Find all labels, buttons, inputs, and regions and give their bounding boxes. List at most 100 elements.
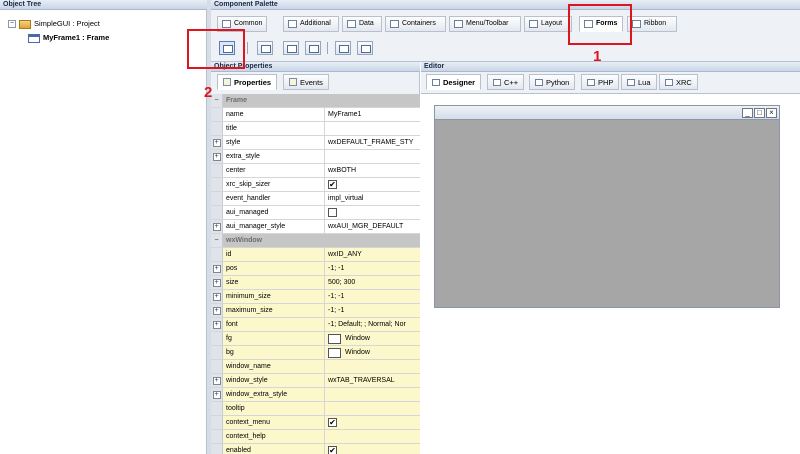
property-value[interactable]: -1; -1 — [325, 290, 420, 303]
property-value[interactable]: -1; Default; ; Normal; Nor — [325, 318, 420, 331]
tree-node-frame[interactable]: MyFrame1 : Frame — [28, 32, 109, 44]
property-row[interactable]: bg Window — [211, 346, 420, 360]
property-row[interactable]: name MyFrame1 — [211, 108, 420, 122]
property-row[interactable]: enabled ✔ — [211, 444, 420, 454]
expand-icon[interactable]: + — [212, 138, 221, 147]
property-row[interactable]: + style wxDEFAULT_FRAME_STY — [211, 136, 420, 150]
property-value[interactable]: impl_virtual — [325, 192, 420, 205]
tab-layout[interactable]: Layout — [524, 16, 572, 32]
expand-icon[interactable]: + — [212, 152, 221, 161]
tab-cpp[interactable]: C++ — [487, 74, 525, 90]
property-row[interactable]: + window_style wxTAB_TRAVERSAL — [211, 374, 420, 388]
wizard-tool-button[interactable] — [305, 41, 321, 55]
property-row[interactable]: + minimum_size -1; -1 — [211, 290, 420, 304]
property-row[interactable]: id wxID_ANY — [211, 248, 420, 262]
property-row[interactable]: + size 500; 300 — [211, 276, 420, 290]
property-grid[interactable]: − Frame name MyFrame1 title + style wxDEFAUL… — [211, 94, 420, 454]
toolbar-tool-button[interactable] — [357, 41, 373, 55]
category-wxwindow[interactable]: − wxWindow — [211, 234, 420, 248]
property-row[interactable]: fg Window — [211, 332, 420, 346]
property-value[interactable] — [325, 150, 420, 163]
property-row[interactable]: context_help — [211, 430, 420, 444]
panel-tool-button[interactable] — [257, 41, 273, 55]
expand-icon[interactable]: + — [212, 292, 221, 301]
property-value[interactable] — [325, 360, 420, 373]
property-row[interactable]: xrc_skip_sizer ✔ — [211, 178, 420, 192]
property-value[interactable]: Window — [325, 346, 420, 359]
property-row[interactable]: title — [211, 122, 420, 136]
property-row[interactable]: event_handler impl_virtual — [211, 192, 420, 206]
property-value[interactable]: wxTAB_TRAVERSAL — [325, 374, 420, 387]
collapse-icon[interactable]: − — [211, 234, 223, 247]
property-value[interactable]: MyFrame1 — [325, 108, 420, 121]
expand-icon[interactable]: + — [212, 320, 221, 329]
tab-ribbon[interactable]: Ribbon — [627, 16, 677, 32]
property-value[interactable]: wxID_ANY — [325, 248, 420, 261]
expand-icon[interactable]: + — [212, 264, 221, 273]
property-value[interactable]: 500; 300 — [325, 276, 420, 289]
color-swatch[interactable] — [328, 347, 341, 358]
property-row[interactable]: + font -1; Default; ; Normal; Nor — [211, 318, 420, 332]
tab-lua[interactable]: Lua — [621, 74, 657, 90]
property-row[interactable]: center wxBOTH — [211, 164, 420, 178]
checkbox[interactable]: ✔ — [328, 446, 337, 454]
collapse-icon[interactable]: − — [8, 20, 16, 28]
property-value[interactable] — [325, 402, 420, 415]
property-row[interactable]: aui_managed — [211, 206, 420, 220]
checkbox[interactable]: ✔ — [328, 418, 337, 427]
tab-additional[interactable]: Additional — [283, 16, 339, 32]
menubar-tool-button[interactable] — [335, 41, 351, 55]
expand-icon[interactable]: + — [212, 222, 221, 231]
toolbar-separator — [247, 42, 248, 54]
expand-icon[interactable]: + — [212, 278, 221, 287]
property-value[interactable] — [325, 430, 420, 443]
expand-icon[interactable]: + — [212, 306, 221, 315]
dialog-tool-button[interactable] — [283, 41, 299, 55]
property-row[interactable]: + pos -1; -1 — [211, 262, 420, 276]
tab-containers[interactable]: Containers — [385, 16, 446, 32]
category-frame[interactable]: − Frame — [211, 94, 420, 108]
frame-client-area[interactable] — [435, 120, 779, 307]
tab-xrc[interactable]: XRC — [659, 74, 698, 90]
property-row[interactable]: context_menu ✔ — [211, 416, 420, 430]
property-row[interactable]: + aui_manager_style wxAUI_MGR_DEFAULT — [211, 220, 420, 234]
property-value[interactable] — [325, 388, 420, 401]
collapse-icon[interactable]: − — [211, 94, 223, 107]
property-row[interactable]: tooltip — [211, 402, 420, 416]
tab-properties[interactable]: Properties — [217, 74, 278, 90]
tab-python[interactable]: Python — [529, 74, 576, 90]
tab-php[interactable]: PHP — [581, 74, 620, 90]
property-value[interactable]: wxDEFAULT_FRAME_STY — [325, 136, 420, 149]
property-value[interactable]: -1; -1 — [325, 262, 420, 275]
color-swatch[interactable] — [328, 333, 341, 344]
tab-events[interactable]: Events — [283, 74, 329, 90]
checkbox[interactable]: ✔ — [328, 180, 337, 189]
expand-icon[interactable]: + — [212, 390, 221, 399]
property-value[interactable]: -1; -1 — [325, 304, 420, 317]
close-icon[interactable]: × — [766, 108, 777, 118]
property-row[interactable]: window_name — [211, 360, 420, 374]
frame-titlebar[interactable]: _ □ × — [435, 106, 779, 120]
checkbox[interactable] — [328, 208, 337, 217]
object-tree[interactable]: − SimpleGUI : Project MyFrame1 : Frame — [0, 10, 207, 454]
property-value[interactable]: wxAUI_MGR_DEFAULT — [325, 220, 420, 233]
tab-data[interactable]: Data — [342, 16, 382, 32]
minimize-icon[interactable]: _ — [742, 108, 753, 118]
property-value[interactable] — [325, 122, 420, 135]
tab-menu-toolbar[interactable]: Menu/Toolbar — [449, 16, 521, 32]
property-row[interactable]: + extra_style — [211, 150, 420, 164]
property-value[interactable]: wxBOTH — [325, 164, 420, 177]
additional-icon — [288, 20, 297, 28]
tab-designer[interactable]: Designer — [426, 74, 482, 90]
property-row[interactable]: + window_extra_style — [211, 388, 420, 402]
designed-frame[interactable]: _ □ × — [434, 105, 780, 308]
property-row[interactable]: + maximum_size -1; -1 — [211, 304, 420, 318]
property-value[interactable]: Window — [325, 332, 420, 345]
tree-node-project[interactable]: − SimpleGUI : Project — [8, 18, 100, 30]
tree-node-label: MyFrame1 : Frame — [43, 33, 110, 42]
expand-icon[interactable]: + — [212, 376, 221, 385]
designer-canvas[interactable]: _ □ × — [421, 93, 800, 454]
gutter — [211, 122, 223, 135]
property-name: style — [223, 136, 325, 149]
maximize-icon[interactable]: □ — [754, 108, 765, 118]
